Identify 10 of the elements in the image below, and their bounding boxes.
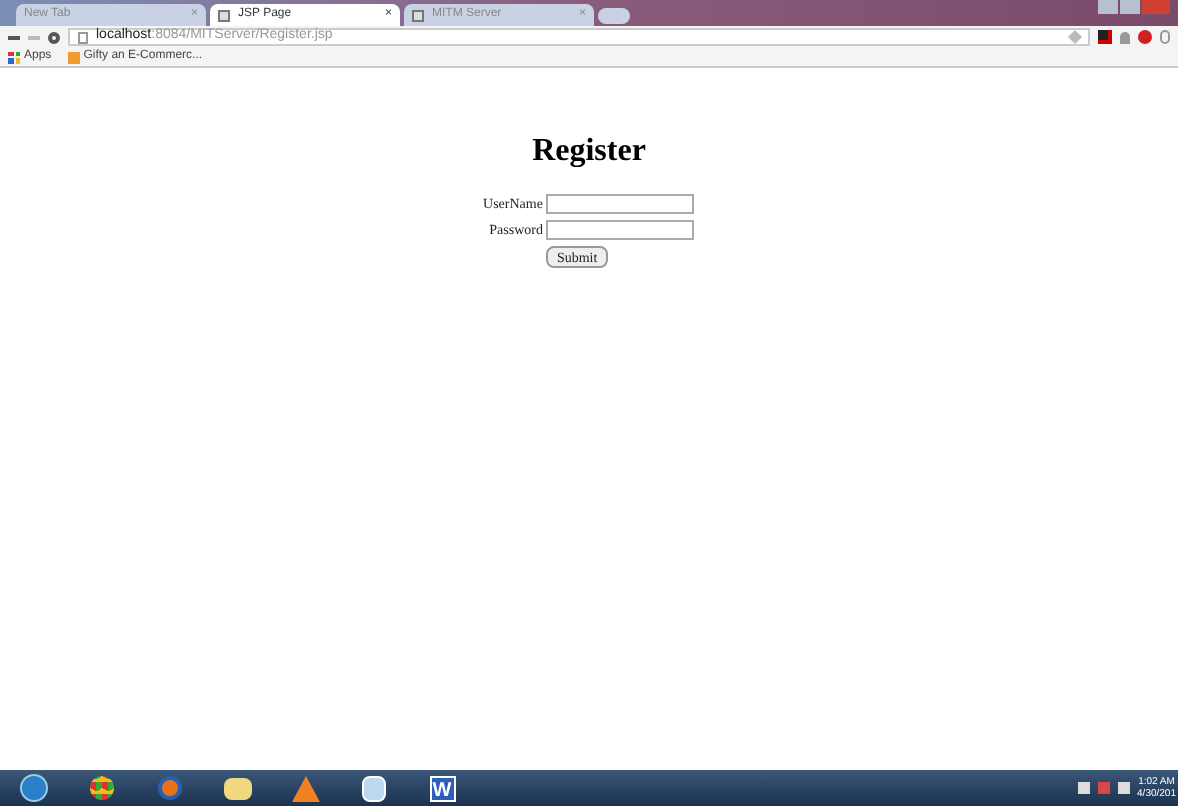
input-field[interactable] — [546, 194, 695, 215]
page-icon — [412, 9, 424, 21]
reload-icon[interactable] — [48, 31, 60, 43]
page-icon — [218, 9, 230, 21]
input-field[interactable] — [546, 219, 695, 240]
page-icon — [78, 31, 88, 43]
new-tab-button[interactable] — [598, 8, 630, 24]
apps-grid-icon — [8, 51, 20, 63]
bookmark-icon — [67, 51, 80, 63]
page-heading: Register — [532, 132, 646, 172]
